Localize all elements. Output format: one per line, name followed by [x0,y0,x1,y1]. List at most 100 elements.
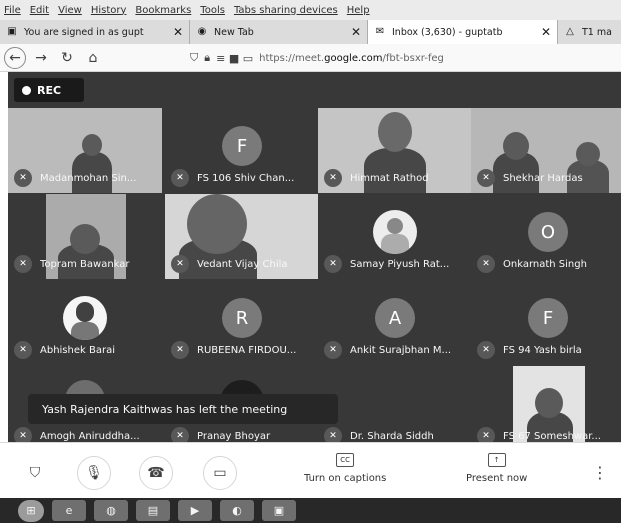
url-path: /fbt-bsxr-feg [382,52,444,64]
person-head [70,224,100,254]
participant-avatar: F [222,126,262,166]
tab-title: Inbox (3,630) - guptatb [392,26,503,38]
mic-off-icon: ✕ [14,255,32,273]
shield-icon: ⛉ [190,51,199,64]
participant-tile[interactable]: ✕ Vedant Vijay Chila [165,194,319,279]
tab-inbox[interactable]: ✉ Inbox (3,630) - guptatb ✕ [368,20,558,44]
mic-off-icon: ✕ [324,255,342,273]
participant-avatar: A [375,298,415,338]
rec-label: REC [37,83,62,97]
close-icon[interactable]: ✕ [173,25,183,39]
taskbar-app-1[interactable]: ◍ [94,500,128,521]
present-label: Present now [466,473,528,484]
participant-name-row: ✕ Abhishek Barai [14,341,158,359]
tab-new-tab[interactable]: ◉ New Tab ✕ [190,20,368,44]
participant-tile[interactable]: F ✕ FS 106 Shiv Chan... [165,108,319,193]
folder-icon: ▤ [147,504,159,517]
participant-tile[interactable]: ✕ Dr. Sharda Siddh [318,366,472,451]
participant-name: Ankit Surajbhan M... [350,344,452,356]
participant-tile[interactable]: ✕ Shekhar Hardas [471,108,621,193]
taskbar-app-4[interactable]: ▣ [262,500,296,521]
taskbar-ie[interactable]: e [52,500,86,521]
participant-name: Madanmohan Sin... [40,172,137,184]
participant-name: Shekhar Hardas [503,172,583,184]
taskbar-app-2[interactable]: ▤ [136,500,170,521]
participant-name: RUBEENA FIRDOU... [197,344,297,356]
mic-off-icon: ✕ [324,169,342,187]
participant-tile[interactable]: ✕ Himmat Rathod [318,108,472,193]
url-bar[interactable]: ⛉ 🔒︎ ≡ ■ ▭ https://meet. google.com/fbt-b… [190,47,610,69]
person-head [576,142,600,166]
ie-icon: e [65,504,73,517]
meeting-grid: REC ✕ Madanmohan Sin... F ✕ FS 106 Shiv Ch… [8,72,621,487]
url-prefix: https://meet. [259,52,325,64]
participant-tile[interactable]: O ✕ Onkarnath Singh [471,194,621,279]
participant-name: FS 94 Yash birla [503,344,582,356]
menu-edit[interactable]: Edit [30,5,49,16]
start-button[interactable]: ⊞ [18,499,44,522]
participant-name-row: ✕ Onkarnath Singh [477,255,621,273]
participant-name: FS 106 Shiv Chan... [197,172,295,184]
menu-bookmarks[interactable]: Bookmarks [135,5,191,16]
home-button[interactable]: ⌂ [82,47,104,69]
present-now-button[interactable]: ↑ Present now [466,453,527,484]
participant-tile[interactable]: A ✕ Ankit Surajbhan M... [318,280,472,365]
mic-off-icon: ✕ [14,341,32,359]
url-domain: google.com [324,52,383,64]
camera-icon: ▭ [213,465,227,481]
participant-tile[interactable]: ✕ Samay Piyush Rat... [318,194,472,279]
more-options-button[interactable]: ⋮ [592,463,608,482]
tab-t1[interactable]: △ T1 ma [558,20,621,44]
participant-name-row: ✕ FS 106 Shiv Chan... [171,169,315,187]
menu-tools[interactable]: Tools [200,5,225,16]
newtab-icon: ◉ [197,26,207,37]
menu-view[interactable]: View [58,5,82,16]
participant-name: Himmat Rathod [350,172,429,184]
microphone-button[interactable]: 🎙︎ [77,456,111,490]
close-icon[interactable]: ✕ [541,25,551,39]
camera-button[interactable]: ▭ [203,456,237,490]
participant-name-row: ✕ Shekhar Hardas [477,169,621,187]
taskbar-media[interactable]: ▶ [178,500,212,521]
shield-icon: ⛉ [29,465,41,481]
tab-signed-in[interactable]: ▣ You are signed in as gupt ✕ [0,20,190,44]
reload-button[interactable]: ↻ [56,47,78,69]
mic-off-icon: ✕ [171,169,189,187]
toast-message: Yash Rajendra Kaithwas has left the meet… [42,402,288,416]
lock-icon: 🔒︎ [204,51,211,64]
taskbar-app-3[interactable]: ◐ [220,500,254,521]
participant-name: Vedant Vijay Chila [197,258,288,270]
menu-file[interactable]: File [4,5,21,16]
menu-help[interactable]: Help [347,5,370,16]
participant-name-row: ✕ Samay Piyush Rat... [324,255,468,273]
back-button[interactable]: ← [4,46,26,69]
participant-avatar [63,296,107,340]
participant-tile[interactable]: ✕ Topram Bawankar [8,194,162,279]
mic-off-icon: ✕ [477,341,495,359]
menu-history[interactable]: History [91,5,127,16]
notification-toast: Yash Rajendra Kaithwas has left the meet… [28,394,338,424]
back-arrow-icon: ← [9,49,21,66]
forward-button[interactable]: → [30,47,52,69]
participant-tile[interactable]: ✕ Madanmohan Sin... [8,108,162,193]
microphone-icon: 🎙︎ [85,465,103,481]
permissions-icon: ≡ ■ ▭ [216,51,254,65]
participant-name-row: ✕ Madanmohan Sin... [14,169,158,187]
mic-off-icon: ✕ [171,341,189,359]
participant-name: Topram Bawankar [40,258,130,270]
mic-off-icon: ✕ [14,169,32,187]
participant-tile[interactable]: ✕ Abhishek Barai [8,280,162,365]
forward-arrow-icon: → [35,49,47,66]
participant-tile[interactable]: R ✕ RUBEENA FIRDOU... [165,280,319,365]
close-icon[interactable]: ✕ [351,25,361,39]
participant-name-row: ✕ Vedant Vijay Chila [171,255,315,273]
participant-name-row: ✕ Himmat Rathod [324,169,468,187]
participant-tile[interactable]: F ✕ FS 94 Yash birla [471,280,621,365]
participant-tile[interactable]: ✕ FS 67 Someshwar... [471,366,621,451]
captions-icon: CC [336,453,355,467]
captions-button[interactable]: CC Turn on captions [304,453,386,484]
leave-call-button[interactable]: ☎︎ [139,456,173,490]
meeting-details-button[interactable]: ⛉ [18,456,52,490]
menu-bar: File Edit View History Bookmarks Tools T… [0,0,621,20]
menu-tabs-sharing[interactable]: Tabs sharing devices [234,5,338,16]
